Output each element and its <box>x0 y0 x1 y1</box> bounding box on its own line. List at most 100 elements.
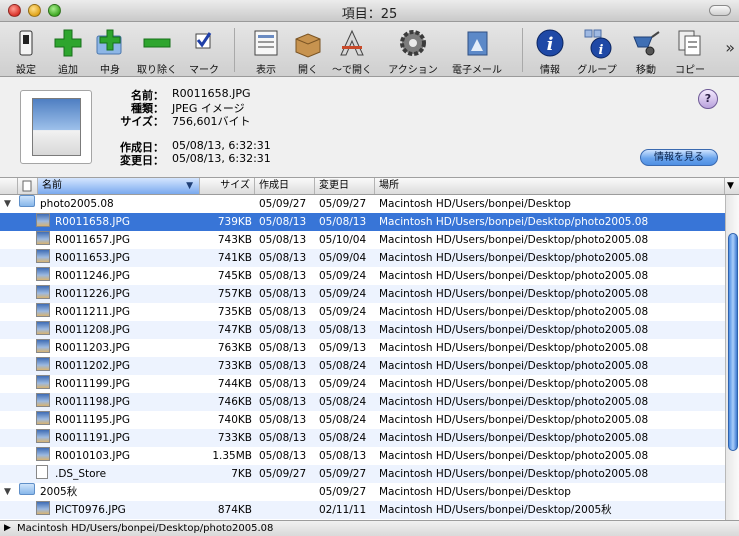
location-cell: Macintosh HD/Users/bonpei/Desktop/photo2… <box>379 468 649 480</box>
vertical-scrollbar[interactable] <box>725 195 739 520</box>
modified-cell: 05/09/24 <box>319 378 367 390</box>
created-column-header[interactable]: 作成日 <box>255 178 315 194</box>
file-row[interactable]: R0011203.JPG 763KB 05/08/13 05/09/13 Macinto… <box>0 339 725 357</box>
created-cell: 05/08/13 <box>259 216 307 228</box>
size-cell: 745KB <box>217 270 252 282</box>
kind-column-header[interactable] <box>18 178 38 194</box>
name-cell: R0011246.JPG <box>55 270 130 282</box>
column-menu-button[interactable]: ▼ <box>725 178 739 194</box>
plus-icon <box>54 29 82 57</box>
location-cell: Macintosh HD/Users/bonpei/Desktop/photo2… <box>379 414 649 426</box>
box-icon <box>295 33 321 58</box>
folder-row[interactable]: ▼ 2005秋 05/09/27 Macintosh HD/Users/bonpei/… <box>0 483 725 501</box>
file-row[interactable]: R0011195.JPG 740KB 05/08/13 05/08/24 Macinto… <box>0 411 725 429</box>
image-thumbnail-icon <box>36 429 50 443</box>
name-cell: R0010103.JPG <box>55 450 130 462</box>
expand-column-header[interactable] <box>0 178 18 194</box>
size-cell: 757KB <box>217 288 252 300</box>
more-info-button[interactable]: 情報を見る <box>640 149 718 166</box>
image-thumbnail-icon <box>36 213 50 227</box>
file-row[interactable]: R0011226.JPG 757KB 05/08/13 05/09/24 Macinto… <box>0 285 725 303</box>
file-row[interactable]: R0011199.JPG 744KB 05/08/13 05/09/24 Macinto… <box>0 375 725 393</box>
file-row[interactable]: R0011191.JPG 733KB 05/08/13 05/08/24 Macinto… <box>0 429 725 447</box>
location-cell: Macintosh HD/Users/bonpei/Desktop/photo2… <box>379 252 649 264</box>
modified-cell: 05/10/04 <box>319 234 367 246</box>
created-value: 05/08/13, 6:32:31 <box>172 139 271 152</box>
file-row[interactable]: R0011211.JPG 735KB 05/08/13 05/09/24 Macinto… <box>0 303 725 321</box>
settings-button[interactable]: 設定 <box>6 25 46 76</box>
toolbar-separator <box>234 28 235 72</box>
move-button[interactable]: 移動 <box>626 25 666 76</box>
modified-cell: 05/08/24 <box>319 360 367 372</box>
modified-column-header[interactable]: 変更日 <box>315 178 375 194</box>
file-row[interactable]: R0011658.JPG 739KB 05/08/13 05/08/13 Macinto… <box>0 213 725 231</box>
group-button[interactable]: i グループ <box>574 25 620 76</box>
action-button[interactable]: アクション <box>388 25 438 76</box>
created-cell: 05/08/13 <box>259 306 307 318</box>
location-cell: Macintosh HD/Users/bonpei/Desktop/photo2… <box>379 396 649 408</box>
disclosure-triangle-icon[interactable]: ▼ <box>4 195 11 213</box>
size-cell: 733KB <box>217 360 252 372</box>
location-cell: Macintosh HD/Users/bonpei/Desktop/photo2… <box>379 234 649 246</box>
file-row[interactable]: R0011657.JPG 743KB 05/08/13 05/10/04 Macinto… <box>0 231 725 249</box>
title-bar: 項目：25 <box>0 0 739 22</box>
scrollbar-thumb[interactable] <box>728 233 738 451</box>
gear-icon <box>400 30 426 56</box>
location-column-header[interactable]: 場所 <box>375 178 725 194</box>
image-thumbnail-icon <box>36 447 50 461</box>
location-cell: Macintosh HD/Users/bonpei/Desktop/photo2… <box>379 342 649 354</box>
copy-button[interactable]: コピー <box>670 25 710 76</box>
location-cell: Macintosh HD/Users/bonpei/Desktop/photo2… <box>379 288 649 300</box>
modified-cell: 05/09/27 <box>319 468 367 480</box>
size-cell: 733KB <box>217 432 252 444</box>
disclosure-triangle-icon[interactable]: ▶ <box>4 521 11 536</box>
open-with-button[interactable]: 〜で開く <box>330 25 374 76</box>
name-cell: 2005秋 <box>40 486 78 498</box>
document-icon <box>22 180 32 192</box>
created-cell: 05/08/13 <box>259 252 307 264</box>
created-cell: 05/08/13 <box>259 234 307 246</box>
open-button[interactable]: 開く <box>288 25 328 76</box>
toolbar-overflow-button[interactable]: » <box>725 38 735 57</box>
show-button[interactable]: 表示 <box>246 25 286 76</box>
image-thumbnail-icon <box>36 357 50 371</box>
size-cell: 1.35MB <box>212 450 252 462</box>
location-cell: Macintosh HD/Users/bonpei/Desktop/photo2… <box>379 216 649 228</box>
info-icon: i <box>536 29 564 57</box>
created-cell: 05/08/13 <box>259 324 307 336</box>
mark-button[interactable]: マーク <box>184 25 224 76</box>
toolbar-toggle-button[interactable] <box>709 5 731 16</box>
column-header: 名前 ▼ サイズ 作成日 変更日 場所 ▼ <box>0 178 739 195</box>
size-column-header[interactable]: サイズ <box>200 178 255 194</box>
file-row[interactable]: .DS_Store 7KB 05/09/27 05/09/27 Macintosh HD… <box>0 465 725 483</box>
add-button[interactable]: 追加 <box>48 25 88 76</box>
email-button[interactable]: 電子メール <box>452 25 502 76</box>
location-cell: Macintosh HD/Users/bonpei/Desktop <box>379 486 571 498</box>
file-row[interactable]: R0011246.JPG 745KB 05/08/13 05/09/24 Macinto… <box>0 267 725 285</box>
info-button[interactable]: i 情報 <box>530 25 570 76</box>
file-row[interactable]: R0011208.JPG 747KB 05/08/13 05/08/13 Macinto… <box>0 321 725 339</box>
wheelbarrow-icon <box>633 31 660 56</box>
info-panel: 名前： R0011658.JPG 種類： JPEG イメージ サイズ： 756,… <box>0 77 739 178</box>
disclosure-triangle-icon[interactable]: ▼ <box>4 483 11 501</box>
location-cell: Macintosh HD/Users/bonpei/Desktop <box>379 198 571 210</box>
folder-row[interactable]: ▼ photo2005.08 05/09/27 05/09/27 Macintosh H… <box>0 195 725 213</box>
size-cell: 741KB <box>217 252 252 264</box>
remove-button[interactable]: 取り除く <box>134 25 180 76</box>
file-row[interactable]: R0011198.JPG 746KB 05/08/13 05/08/24 Macinto… <box>0 393 725 411</box>
file-row[interactable]: R0010103.JPG 1.35MB 05/08/13 05/08/13 Macint… <box>0 447 725 465</box>
help-button[interactable]: ? <box>698 89 718 109</box>
location-cell: Macintosh HD/Users/bonpei/Desktop/2005秋 <box>379 504 612 516</box>
modified-cell: 05/09/24 <box>319 288 367 300</box>
image-thumbnail-icon <box>36 393 50 407</box>
name-column-header[interactable]: 名前 ▼ <box>38 178 200 194</box>
file-row[interactable]: R0011202.JPG 733KB 05/08/13 05/08/24 Macinto… <box>0 357 725 375</box>
file-row[interactable]: R0011653.JPG 741KB 05/08/13 05/09/04 Macinto… <box>0 249 725 267</box>
name-cell: R0011202.JPG <box>55 360 130 372</box>
name-cell: R0011198.JPG <box>55 396 130 408</box>
created-cell: 05/08/13 <box>259 432 307 444</box>
file-row[interactable]: PICT0976.JPG 874KB 02/11/11 Macintosh HD/Us… <box>0 501 725 519</box>
modified-label: 変更日： <box>120 154 164 167</box>
add-contents-button[interactable]: 中身 <box>90 25 130 76</box>
size-cell: 739KB <box>217 216 252 228</box>
